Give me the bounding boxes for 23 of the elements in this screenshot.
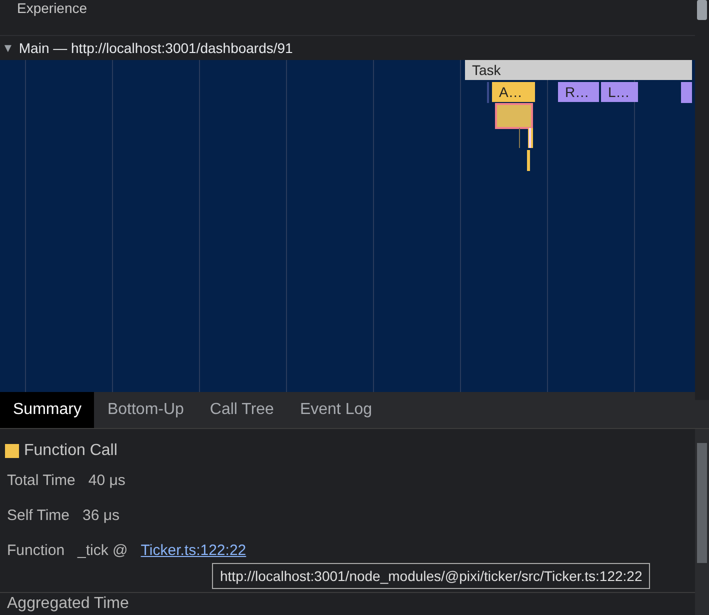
source-link[interactable]: Ticker.ts:122:22 [140, 542, 246, 559]
tab[interactable]: Bottom-Up [94, 392, 197, 428]
track-label: Main — http://localhost:3001/dashboards/91 [18, 40, 293, 56]
field-label: Function [7, 542, 65, 559]
tab[interactable]: Call Tree [196, 392, 287, 428]
field-value: _tick @ [78, 542, 128, 559]
track-label: Experience [17, 0, 88, 16]
section-heading: Aggregated Time [7, 595, 130, 613]
tooltip: http://localhost:3001/node_modules/@pixi/ticker/src/Ticker.ts:122:22 [212, 563, 650, 589]
event-title: Function Call [24, 442, 118, 460]
field-value: 36 μs [82, 507, 120, 524]
expand-triangle-icon[interactable]: ▼ [2, 41, 14, 55]
flame-entry[interactable]: A… [492, 82, 535, 102]
scrollbar[interactable] [695, 429, 709, 615]
flame-entry[interactable]: R… [558, 82, 599, 102]
scrollbar[interactable] [695, 0, 709, 400]
flame-entry[interactable]: Task [465, 60, 692, 80]
field-value: 40 μs [88, 472, 126, 489]
field-label: Total Time [7, 472, 76, 489]
flame-entry[interactable]: L… [601, 82, 638, 102]
tab[interactable]: Summary [0, 392, 94, 428]
field-label: Self Time [7, 507, 70, 524]
tab[interactable]: Event Log [286, 392, 386, 428]
